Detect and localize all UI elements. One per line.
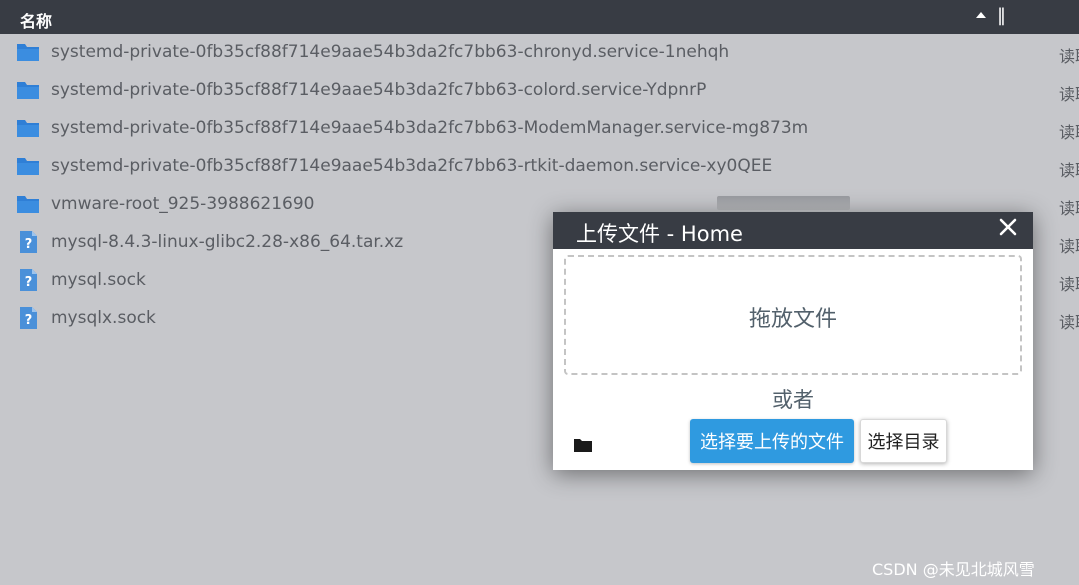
drop-zone[interactable]: 拖放文件: [564, 255, 1022, 375]
folder-icon: [574, 439, 592, 452]
file-name[interactable]: systemd-private-0fb35cf88f714e9aae54b3da…: [51, 156, 772, 176]
or-text: 或者: [772, 388, 814, 412]
file-name[interactable]: mysqlx.sock: [51, 308, 156, 328]
close-icon[interactable]: [996, 215, 1020, 239]
file-permission: 读取: [1059, 237, 1079, 256]
folder-icon: [17, 44, 39, 61]
file-name[interactable]: systemd-private-0fb35cf88f714e9aae54b3da…: [51, 118, 808, 138]
unknown-file-icon: ?: [20, 231, 37, 253]
file-permission: 读取: [1059, 123, 1079, 142]
file-permission: 读取: [1059, 85, 1079, 104]
unknown-file-icon: ?: [20, 269, 37, 291]
file-permission: 读取: [1059, 275, 1079, 294]
unknown-file-icon: ?: [20, 307, 37, 329]
choose-directory-button[interactable]: 选择目录: [860, 419, 947, 463]
watermark: CSDN @未见北城风雪: [872, 560, 1035, 579]
svg-text:?: ?: [25, 237, 33, 252]
file-permission: 读取: [1059, 47, 1079, 66]
file-name[interactable]: systemd-private-0fb35cf88f714e9aae54b3da…: [51, 42, 729, 62]
choose-files-button[interactable]: 选择要上传的文件: [690, 419, 854, 463]
file-row[interactable]: systemd-private-0fb35cf88f714e9aae54b3da…: [0, 72, 1079, 110]
dialog-title: 上传文件 - Home: [576, 222, 743, 246]
drop-text: 拖放文件: [748, 307, 837, 332]
file-name[interactable]: mysql.sock: [51, 270, 146, 290]
file-permission: 读取: [1059, 313, 1079, 332]
file-name[interactable]: vmware-root_925-3988621690: [51, 194, 314, 214]
svg-text:?: ?: [25, 313, 33, 328]
folder-icon: [17, 196, 39, 213]
file-permission: 读取: [1059, 161, 1079, 180]
column-header-name[interactable]: 名称: [20, 8, 52, 32]
folder-icon: [17, 82, 39, 99]
file-name[interactable]: systemd-private-0fb35cf88f714e9aae54b3da…: [51, 80, 706, 100]
file-row[interactable]: systemd-private-0fb35cf88f714e9aae54b3da…: [0, 110, 1079, 148]
svg-text:?: ?: [25, 275, 33, 290]
file-name[interactable]: mysql-8.4.3-linux-glibc2.28-x86_64.tar.x…: [51, 232, 403, 252]
file-row[interactable]: systemd-private-0fb35cf88f714e9aae54b3da…: [0, 148, 1079, 186]
dialog-header: 上传文件 - Home: [553, 212, 1033, 249]
upload-dialog: 上传文件 - Home 拖放文件 或者 选择要上传的文件 选择目录: [553, 212, 1033, 470]
file-row[interactable]: systemd-private-0fb35cf88f714e9aae54b3da…: [0, 34, 1079, 72]
redacted-bar: [717, 196, 850, 210]
folder-icon: [17, 120, 39, 137]
list-header: 名称 ‖: [0, 0, 1079, 34]
column-resize-icon[interactable]: ‖: [997, 6, 1006, 26]
sort-up-icon[interactable]: [975, 9, 987, 21]
file-permission: 读取: [1059, 199, 1079, 218]
folder-icon: [17, 158, 39, 175]
